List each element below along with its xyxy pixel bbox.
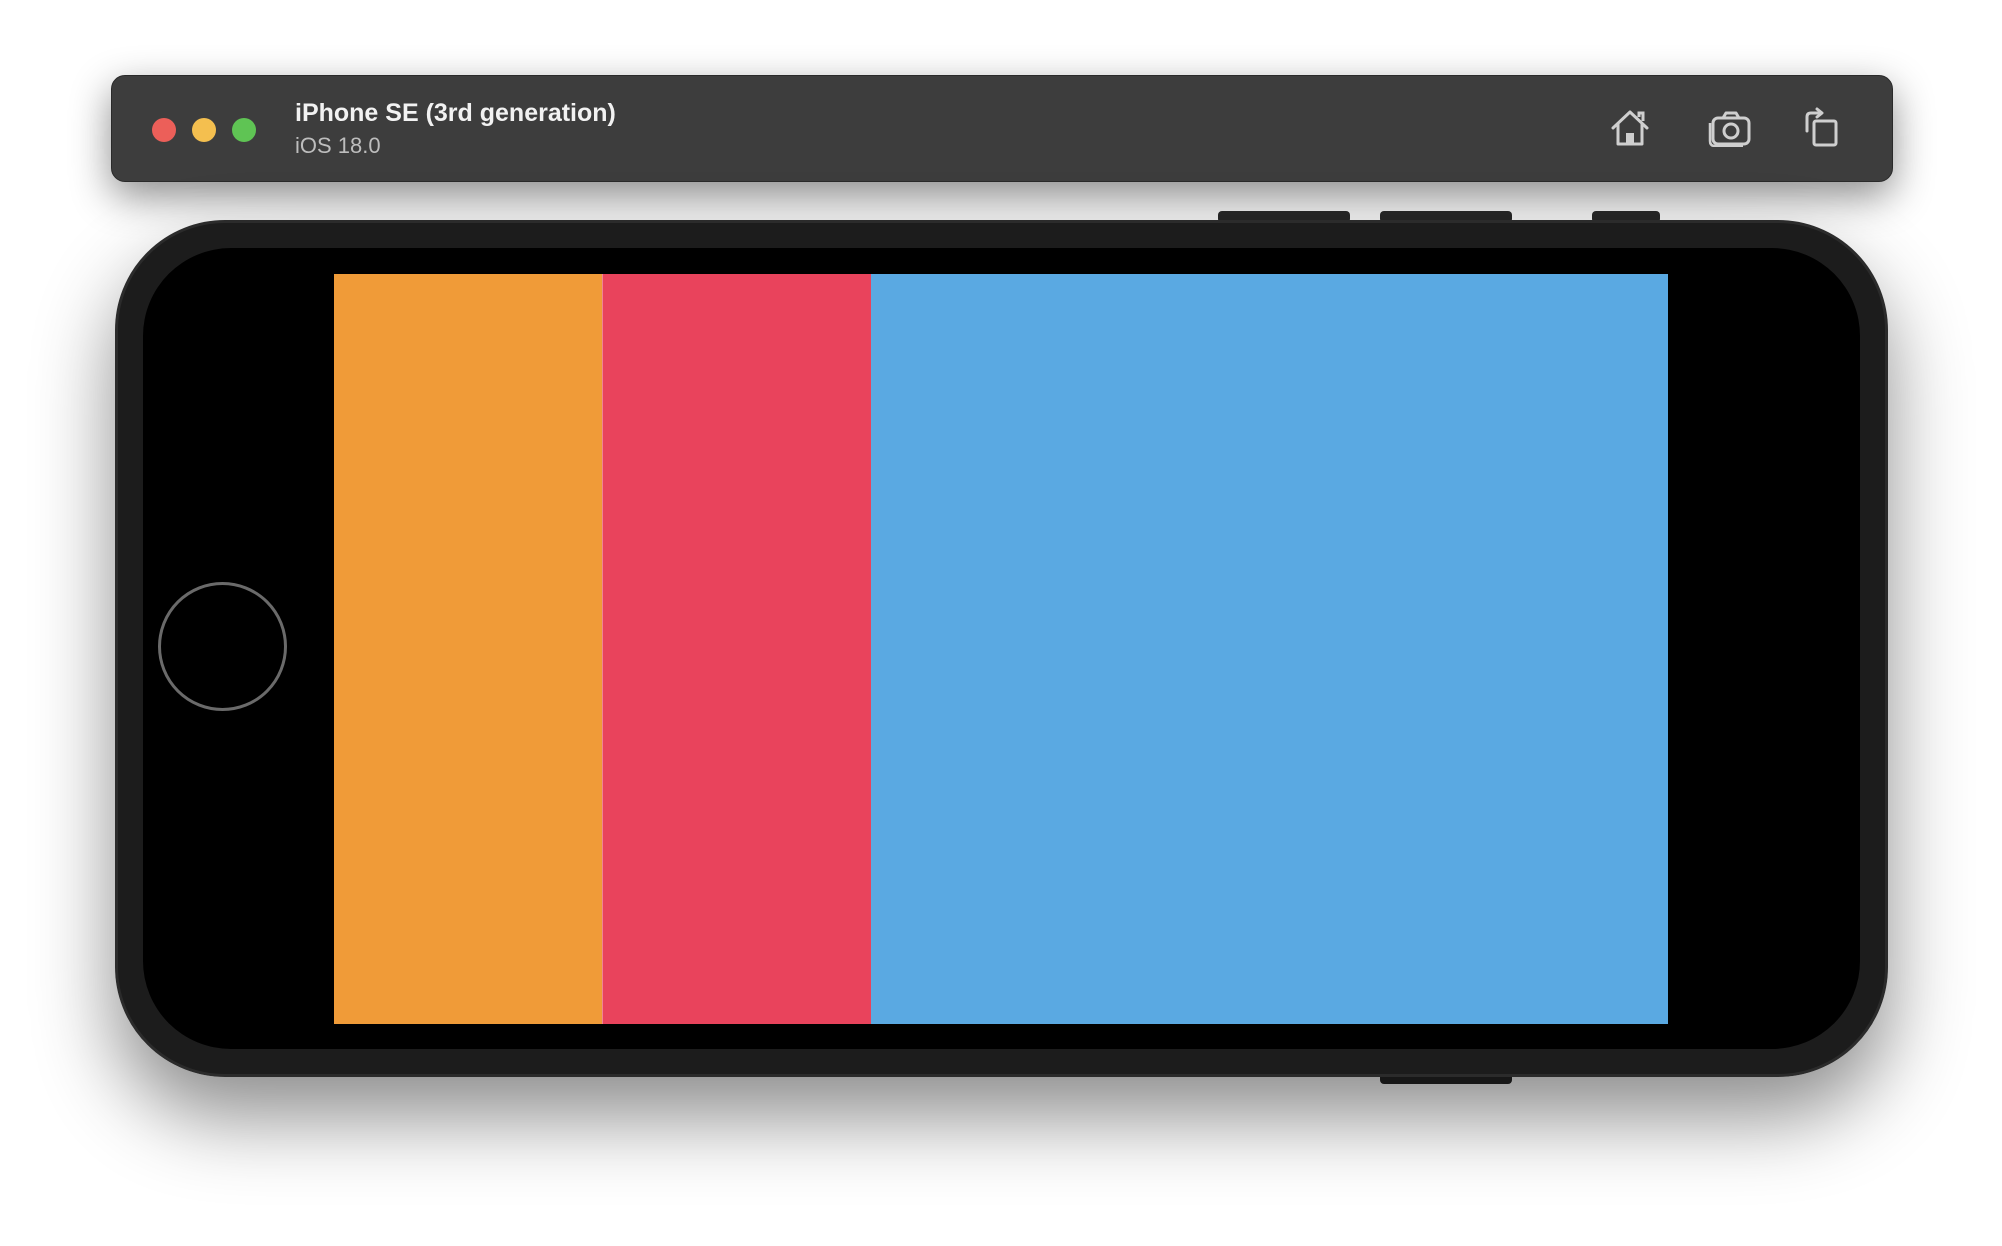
zoom-window-button[interactable] [232, 118, 256, 142]
device-home-button[interactable] [158, 582, 287, 711]
orange-panel [334, 274, 602, 1024]
simulator-toolbar: iPhone SE (3rd generation) iOS 18.0 [111, 75, 1893, 182]
home-icon [1611, 110, 1649, 146]
close-window-button[interactable] [152, 118, 176, 142]
rotate-button[interactable] [1795, 104, 1847, 152]
minimize-window-button[interactable] [192, 118, 216, 142]
home-button[interactable] [1604, 104, 1656, 152]
blue-panel [871, 274, 1668, 1024]
camera-icon [1708, 111, 1751, 147]
screenshot-button[interactable] [1704, 104, 1756, 152]
os-version: iOS 18.0 [295, 133, 381, 158]
rotate-icon [1805, 107, 1838, 147]
red-panel [602, 274, 871, 1024]
device-name: iPhone SE (3rd generation) [295, 99, 616, 127]
device-screen[interactable] [334, 274, 1668, 1024]
